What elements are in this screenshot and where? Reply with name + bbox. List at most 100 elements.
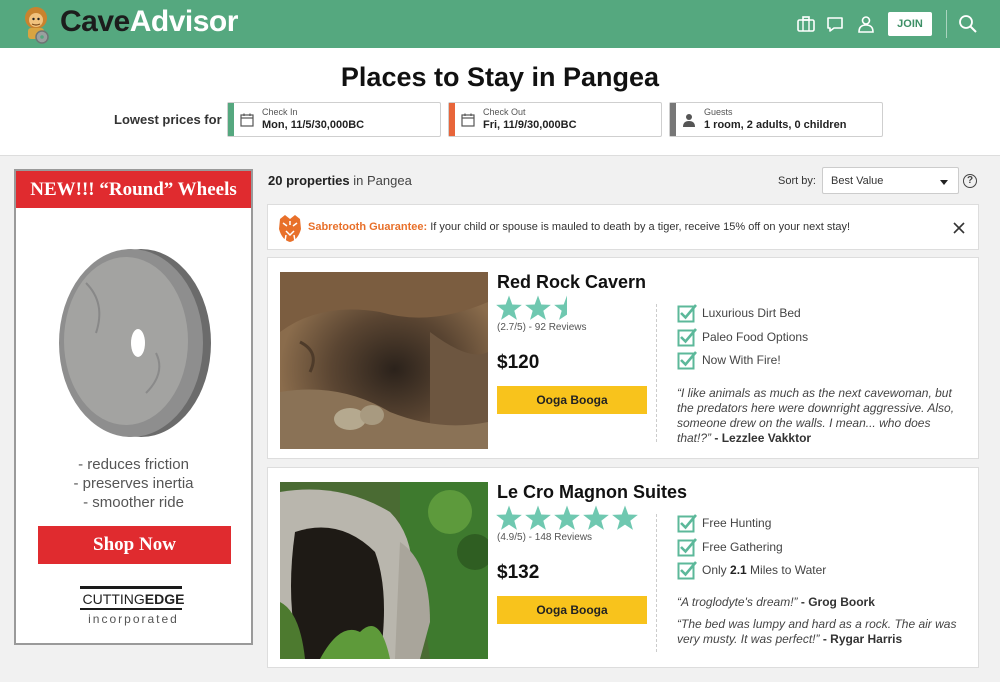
amenity-label: Paleo Food Options — [702, 330, 809, 344]
le-cro-magnon-suites-photo[interactable] — [280, 482, 488, 659]
person-icon — [683, 114, 695, 127]
rating-text[interactable]: (4.9/5) - 148 Reviews — [497, 532, 592, 543]
amenity-label: Only 2.1 Miles to Water — [702, 563, 826, 577]
review-author: - Grog Boork — [797, 595, 875, 609]
stone-wheel-image — [59, 249, 211, 437]
ad-bullet: - smoother ride — [83, 494, 184, 511]
amenity-label: Free Hunting — [702, 516, 772, 530]
check-out-color-bar — [449, 103, 455, 136]
caret-down-icon — [940, 180, 948, 185]
logo-incorporated: incorporated — [88, 612, 179, 626]
luggage-icon[interactable] — [796, 14, 816, 34]
lowest-prices-label: Lowest prices for — [114, 112, 222, 127]
top-nav-bar: CaveAdvisor JOIN — [0, 0, 1000, 48]
check-in-field[interactable]: Check In Mon, 11/5/30,000BC — [227, 102, 441, 137]
property-count: 20 properties — [268, 173, 350, 188]
star-icon — [496, 505, 522, 530]
checkbox-checked-icon — [677, 351, 697, 370]
check-out-field[interactable]: Check Out Fri, 11/9/30,000BC — [448, 102, 662, 137]
checkbox-checked-icon — [677, 328, 697, 347]
header-divider — [946, 10, 947, 38]
review-quote: “I like animals as much as the next cave… — [677, 386, 967, 446]
search-icon[interactable] — [958, 14, 978, 34]
ad-bullet-list: - reduces friction - preserves inertia -… — [16, 455, 251, 512]
logo-rule-bottom — [80, 608, 182, 610]
sabretooth-guarantee-banner: Sabretooth Guarantee: If your child or s… — [267, 204, 979, 250]
page-title: Places to Stay in Pangea — [340, 62, 660, 92]
star-rating — [496, 295, 567, 320]
ad-bullet: - preserves inertia — [73, 475, 194, 492]
amenity-text-post: Miles to Water — [746, 563, 827, 577]
star-rating — [496, 505, 638, 530]
checkbox-checked-icon — [677, 538, 697, 557]
tiger-icon — [279, 215, 301, 242]
card-divider — [656, 304, 657, 442]
star-icon — [525, 295, 551, 320]
sort-by-label: Sort by: — [778, 175, 816, 187]
sort-dropdown[interactable]: Best Value — [822, 167, 959, 194]
guarantee-title: Sabretooth Guarantee: — [308, 221, 428, 233]
ad-bullet: - reduces friction — [78, 456, 189, 473]
star-icon — [612, 505, 638, 530]
check-in-color-bar — [228, 103, 234, 136]
amenity-label: Free Gathering — [702, 540, 783, 554]
shop-now-button[interactable]: Shop Now — [38, 526, 231, 564]
star-icon — [583, 505, 609, 530]
check-in-label: Check In — [262, 107, 298, 117]
logo-rule-top — [80, 586, 182, 589]
review-quote: “A troglodyte's dream!” - Grog Boork — [677, 595, 967, 610]
join-button[interactable]: JOIN — [888, 12, 932, 36]
logo-word-cutting: CUTTING — [82, 591, 145, 607]
star-icon — [525, 505, 551, 530]
calendar-icon — [461, 113, 475, 127]
check-in-value: Mon, 11/5/30,000BC — [262, 119, 365, 131]
star-half-icon — [554, 295, 567, 320]
review-author: - Lezzlee Vakktor — [711, 431, 812, 445]
search-hero: Places to Stay in Pangea Lowest prices f… — [0, 48, 1000, 156]
help-icon[interactable]: ? — [963, 174, 977, 188]
close-icon[interactable] — [952, 221, 966, 235]
guests-value: 1 room, 2 adults, 0 children — [704, 119, 847, 131]
brand-wordmark[interactable]: CaveAdvisor — [60, 5, 238, 39]
brand-part-advisor: Advisor — [129, 5, 239, 38]
review-text: “A troglodyte's dream!” — [677, 595, 798, 609]
sort-value: Best Value — [831, 175, 884, 187]
star-icon — [554, 505, 580, 530]
listing-name[interactable]: Le Cro Magnon Suites — [497, 482, 687, 503]
check-out-value: Fri, 11/9/30,000BC — [483, 119, 577, 131]
caveman-logo-icon[interactable] — [18, 4, 56, 44]
cutting-edge-logo: CUTTINGEDGE — [16, 591, 251, 607]
review-author: - Rygar Harris — [819, 632, 903, 646]
checkbox-checked-icon — [677, 304, 697, 323]
red-rock-cavern-photo[interactable] — [280, 272, 488, 449]
checkbox-checked-icon — [677, 561, 697, 580]
results-count: 20 properties in Pangea — [268, 173, 412, 188]
review-text: “The bed was lumpy and hard as a rock. T… — [677, 617, 957, 646]
listing-price: $120 — [497, 352, 540, 373]
rating-text[interactable]: (2.7/5) - 92 Reviews — [497, 322, 586, 333]
guests-label: Guests — [704, 107, 733, 117]
wheel-advertisement[interactable]: NEW!!! “Round” Wheels - reduces friction… — [14, 169, 253, 645]
ad-headline: NEW!!! “Round” Wheels — [16, 171, 251, 208]
guests-field[interactable]: Guests 1 room, 2 adults, 0 children — [669, 102, 883, 137]
amenity-label: Luxurious Dirt Bed — [702, 306, 801, 320]
brand-part-cave: Cave — [60, 5, 130, 38]
card-divider — [656, 514, 657, 652]
guarantee-text: Sabretooth Guarantee: If your child or s… — [308, 221, 850, 233]
listing-card: Le Cro Magnon Suites (4.9/5) - 148 Revie… — [267, 467, 979, 668]
amenity-text-pre: Only — [702, 563, 731, 577]
user-icon[interactable] — [856, 14, 876, 34]
results-location: in Pangea — [349, 173, 412, 188]
listing-name[interactable]: Red Rock Cavern — [497, 272, 646, 293]
book-button[interactable]: Ooga Booga — [497, 596, 647, 624]
checkbox-checked-icon — [677, 514, 697, 533]
guests-color-bar — [670, 103, 676, 136]
book-button[interactable]: Ooga Booga — [497, 386, 647, 414]
guarantee-body: If your child or spouse is mauled to dea… — [427, 221, 851, 233]
listing-card: Red Rock Cavern (2.7/5) - 92 Reviews $12… — [267, 257, 979, 459]
chat-icon[interactable] — [825, 14, 845, 34]
listing-price: $132 — [497, 562, 540, 583]
amenity-distance: 2.1 — [730, 563, 747, 577]
logo-word-edge: EDGE — [144, 591, 185, 607]
amenity-label: Now With Fire! — [702, 353, 781, 367]
